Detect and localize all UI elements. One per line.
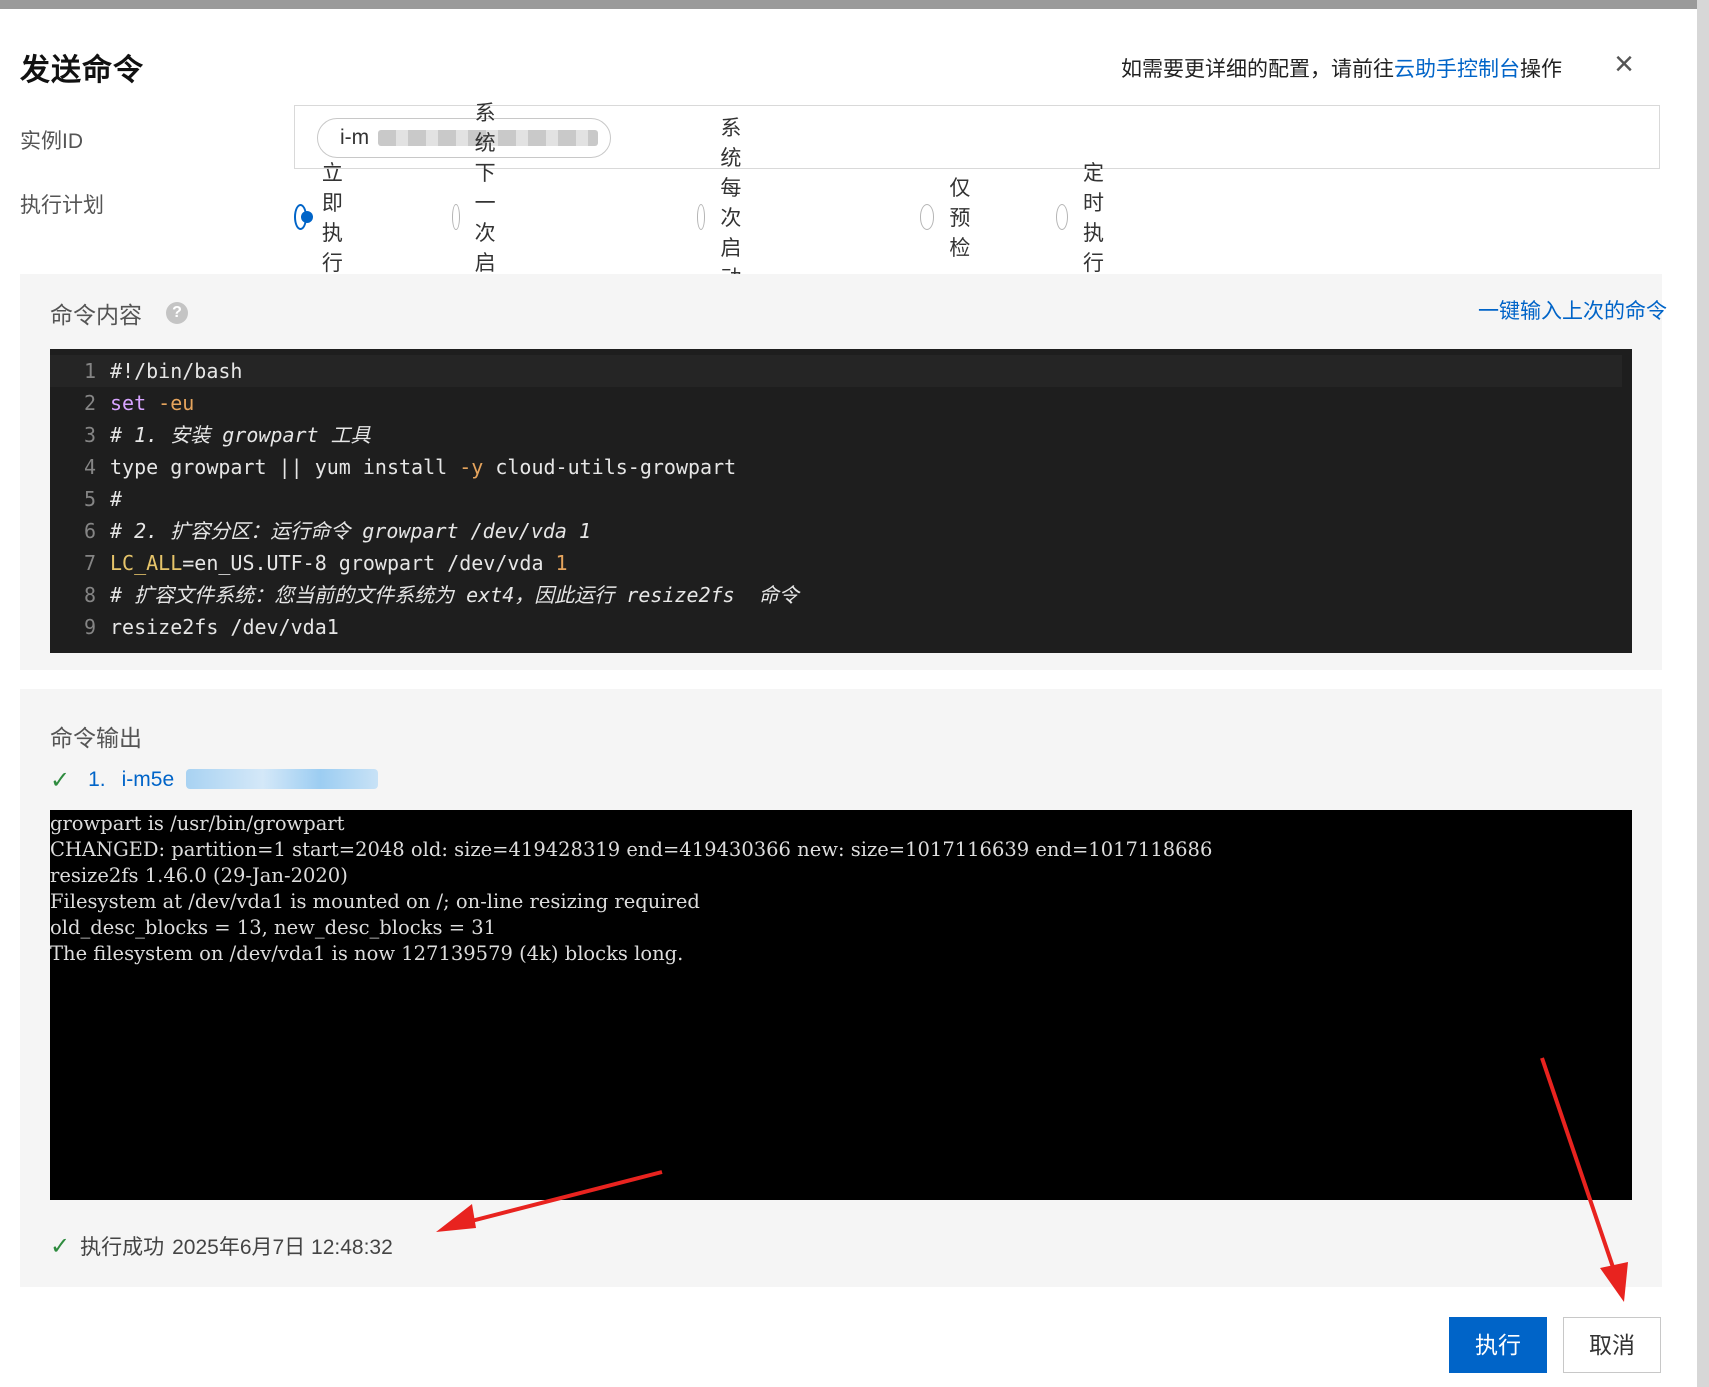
terminal-line: The filesystem on /dev/vda1 is now 12713… [50,942,684,965]
output-instance-item[interactable]: ✓ 1. i-m5e [50,765,174,795]
code-comment: # 扩容文件系统：您当前的文件系统为 ext4，因此运行 resize2fs 命… [110,583,799,607]
code-line: 9 resize2fs /dev/vda1 [50,611,1632,643]
execute-button[interactable]: 执行 [1449,1317,1547,1373]
code-text: LC_ALL=en_US.UTF-8 growpart /dev/vda 1 [110,551,568,575]
code-line: 6 # 2. 扩容分区：运行命令 growpart /dev/vda 1 [50,515,1632,547]
code-text: #!/bin/bash [110,359,243,383]
cancel-button[interactable]: 取消 [1563,1317,1661,1373]
radio-scheduled[interactable]: 定时执行 [1056,162,1118,275]
terminal-line: resize2fs 1.46.0 (29-Jan-2020) [50,864,348,887]
command-editor[interactable]: 1 #!/bin/bash 2 set -eu 3 # 1. 安装 growpart … [50,349,1632,653]
radio-label: 仅预检 [949,177,971,260]
code-text: set -eu [110,391,195,415]
terminal-line: growpart is /usr/bin/growpart [50,812,345,835]
success-check-icon: ✓ [50,1232,71,1260]
hint-prefix: 如需要更详细的配置，请前往 [1121,58,1394,81]
schedule-label: 执行计划 [20,194,104,217]
instance-tag[interactable]: i-m [317,118,611,158]
send-command-dialog: 发送命令 如需要更详细的配置，请前往云助手控制台操作 × 实例ID i-m 执行… [0,9,1697,1387]
command-content-title: 命令内容 [50,302,142,328]
output-instance-id: i-m5e [121,768,175,791]
status-time: 2025年6月7日 12:48:32 [172,1236,393,1259]
background-page-header [0,0,1709,9]
radio-next-boot[interactable]: 系统下一次启动后 [452,102,514,335]
code-line: 8 # 扩容文件系统：您当前的文件系统为 ext4，因此运行 resize2fs … [50,579,1632,611]
code-line: 5 # [50,483,1632,515]
status-text: 执行成功 [80,1236,165,1259]
instance-id-label: 实例ID [20,130,83,153]
radio-unchecked-icon [1056,204,1068,230]
radio-every-boot[interactable]: 系统每次启动后 [697,117,759,320]
code-text: resize2fs /dev/vda1 [110,615,339,639]
redaction-mask [186,769,378,789]
radio-precheck[interactable]: 仅预检 [920,177,982,260]
output-item-index: 1. [88,768,106,791]
radio-unchecked-icon [452,204,460,230]
execution-status: ✓ 执行成功 2025年6月7日 12:48:32 [50,1231,393,1261]
code-line: 4 type growpart || yum install -y cloud-u… [50,451,1632,483]
radio-checked-icon [294,204,313,230]
success-check-icon: ✓ [50,766,71,794]
code-comment: # 2. 扩容分区：运行命令 growpart /dev/vda 1 [110,519,592,543]
instance-tag-text: i-m [340,126,370,149]
radio-immediate[interactable]: 立即执行 [294,162,356,275]
input-last-command-link[interactable]: 一键输入上次的命令 [1478,295,1667,325]
dialog-title: 发送命令 [20,54,144,87]
hint-suffix: 操作 [1520,58,1562,81]
code-line: 7 LC_ALL=en_US.UTF-8 growpart /dev/vda 1 [50,547,1632,579]
code-comment: # [110,487,123,511]
command-output-title: 命令输出 [50,725,142,751]
terminal-line: CHANGED: partition=1 start=2048 old: siz… [50,838,1213,861]
help-icon[interactable]: ? [166,302,188,324]
output-terminal: growpart is /usr/bin/growpart CHANGED: p… [50,810,1632,1200]
code-text: type growpart || yum install -y cloud-ut… [110,455,737,479]
terminal-line: old_desc_blocks = 13, new_desc_blocks = … [50,916,497,939]
cloud-assistant-console-link[interactable]: 云助手控制台 [1394,58,1520,81]
code-line: 1 #!/bin/bash [50,355,1622,387]
console-hint: 如需要更详细的配置，请前往云助手控制台操作 [1121,53,1562,83]
close-icon[interactable]: × [1609,47,1639,81]
terminal-line: Filesystem at /dev/vda1 is mounted on /;… [50,890,700,913]
background-page-edge [1697,0,1709,1387]
radio-unchecked-icon [697,204,706,230]
code-line: 3 # 1. 安装 growpart 工具 [50,419,1632,451]
radio-unchecked-icon [920,204,935,230]
code-comment: # 1. 安装 growpart 工具 [110,423,371,447]
radio-label: 定时执行 [1083,162,1104,275]
code-line: 2 set -eu [50,387,1632,419]
radio-label: 立即执行 [321,162,343,275]
